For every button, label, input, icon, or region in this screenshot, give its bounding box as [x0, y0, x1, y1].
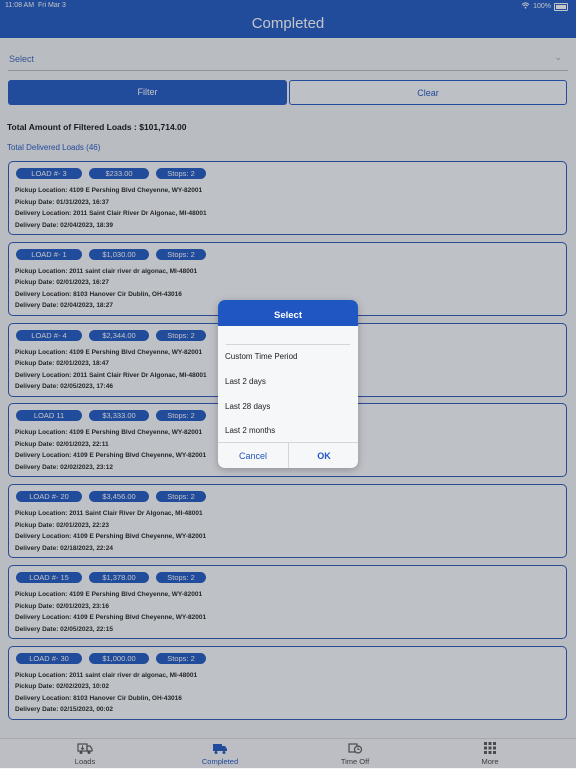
dialog-title: Select — [218, 300, 358, 326]
ok-button[interactable]: OK — [288, 443, 358, 468]
option-last-2-months[interactable]: Last 2 months — [225, 426, 275, 435]
option-custom-time-period[interactable]: Custom Time Period — [225, 352, 297, 361]
dialog-actions: Cancel OK — [218, 442, 358, 468]
option-last-28-days[interactable]: Last 28 days — [225, 402, 270, 411]
select-dialog: Select Custom Time Period Last 2 days La… — [218, 300, 358, 468]
option-last-2-days[interactable]: Last 2 days — [225, 377, 266, 386]
cancel-button[interactable]: Cancel — [218, 443, 288, 468]
dialog-divider — [226, 344, 350, 345]
